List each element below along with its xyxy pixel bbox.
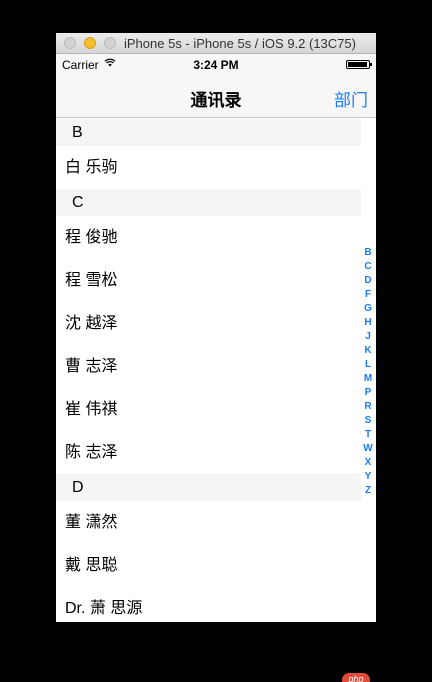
page-title: 通讯录 [190,91,242,110]
contact-row[interactable]: 崔 伟祺 [56,388,361,431]
index-letter[interactable]: D [360,274,376,288]
status-bar: Carrier 3:24 PM [56,54,376,74]
index-letter[interactable]: Y [360,470,376,484]
index-letter[interactable]: C [360,260,376,274]
contact-row[interactable]: 沈 越泽 [56,302,361,345]
section-index-bar[interactable]: BCDFGHJKLMPRSTWXYZ [360,246,376,498]
index-letter[interactable]: Z [360,484,376,498]
index-letter[interactable]: P [360,386,376,400]
contact-row[interactable]: 戴 思聪 [56,544,361,587]
index-letter[interactable]: F [360,288,376,302]
index-letter[interactable]: X [360,456,376,470]
minimize-window-button[interactable] [84,37,96,49]
battery-icon [346,60,372,69]
status-time: 3:24 PM [193,58,239,72]
contact-table[interactable]: B白 乐驹 C 程 俊驰程 雪松沈 越泽曹 志泽崔 伟祺陈 志泽 D 董 潇然戴 思聪 D… [56,119,361,622]
simulator-window: iPhone 5s - iPhone 5s / iOS 9.2 (13C75) … [56,33,376,622]
contact-row[interactable]: Dr. 萧 思源 [56,587,361,622]
php-watermark: php [342,673,370,682]
contact-row[interactable]: 董 潇然 [56,501,361,544]
contact-row[interactable]: 程 俊驰 [56,216,361,259]
section-header: B [56,119,361,146]
index-letter[interactable]: W [360,442,376,456]
window-titlebar: iPhone 5s - iPhone 5s / iOS 9.2 (13C75) [56,33,376,54]
index-letter[interactable]: K [360,344,376,358]
navigation-bar: 通讯录 部门 [56,74,376,118]
contact-row[interactable]: 曹 志泽 [56,345,361,388]
zoom-window-button[interactable] [104,37,116,49]
section-header: D [56,474,361,501]
contact-row[interactable]: 程 雪松 [56,259,361,302]
section-header: C [56,189,361,216]
index-letter[interactable]: H [360,316,376,330]
close-window-button[interactable] [64,37,76,49]
index-letter[interactable]: J [360,330,376,344]
index-letter[interactable]: S [360,414,376,428]
department-button[interactable]: 部门 [334,86,368,111]
index-letter[interactable]: T [360,428,376,442]
window-title: iPhone 5s - iPhone 5s / iOS 9.2 (13C75) [124,36,356,51]
index-letter[interactable]: G [360,302,376,316]
index-letter[interactable]: R [360,400,376,414]
index-letter[interactable]: B [360,246,376,260]
index-letter[interactable]: M [360,372,376,386]
contact-row[interactable]: 白 乐驹 [56,146,361,189]
contact-row[interactable]: 陈 志泽 [56,431,361,474]
index-letter[interactable]: L [360,358,376,372]
